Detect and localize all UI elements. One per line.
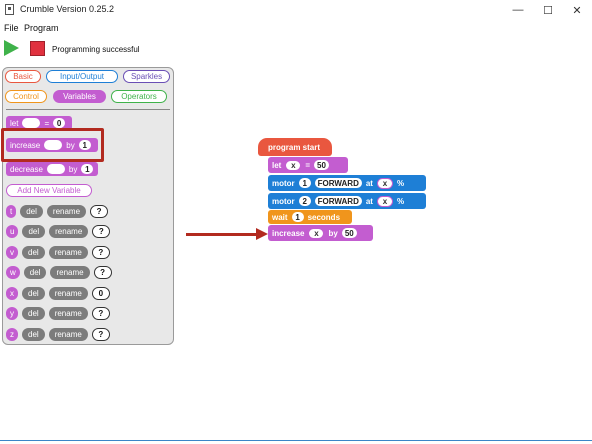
stop-icon[interactable] [30,41,45,56]
menu-program[interactable]: Program [24,23,59,33]
program-motor2-direction[interactable]: FORWARD [314,196,362,206]
variable-rename-button[interactable]: rename [48,307,88,320]
program-motor2-number[interactable]: 2 [298,196,311,206]
decrease-variable-slot[interactable] [46,164,65,174]
variable-del-button[interactable]: del [22,307,45,320]
variable-value: 0 [91,286,110,300]
program-wait-unit: seconds [307,212,341,222]
program-motor1-at: at [365,178,373,188]
variable-rename-button[interactable]: rename [46,204,87,218]
variable-value: ? [91,327,110,341]
program-let-value[interactable]: 50 [314,160,329,170]
category-basic[interactable]: Basic [5,70,41,83]
variable-name[interactable]: t [6,204,17,218]
program-wait-value[interactable]: 1 [291,212,304,222]
program-motor2-percent: % [396,196,405,206]
variable-row: x del rename 0 [6,286,170,300]
variable-del-button[interactable]: del [22,225,46,238]
decrease-value[interactable]: 1 [81,164,94,174]
variable-name[interactable]: z [6,327,18,341]
variable-name[interactable]: y [6,307,18,320]
menu-file[interactable]: File [4,23,19,33]
close-button[interactable]: ✕ [562,0,592,20]
category-sparkles[interactable]: Sparkles [123,70,170,83]
program-motor1-block[interactable]: motor 1 FORWARD at x % [268,175,426,191]
palette-divider [6,109,170,110]
category-operators[interactable]: Operators [111,90,167,103]
program-wait-label: wait [272,212,288,222]
decrease-label: decrease [10,164,43,174]
program-start-block[interactable]: program start [258,138,332,156]
program-motor1-label: motor [272,178,295,188]
category-input-output[interactable]: Input/Output [46,70,118,83]
let-equals: = [44,118,50,128]
variable-rename-button[interactable]: rename [48,286,88,300]
play-icon[interactable] [4,40,19,56]
program-increase-value[interactable]: 50 [341,228,357,238]
program-motor2-label: motor [272,196,295,206]
program-motor2-at: at [365,196,373,206]
maximize-button[interactable]: ☐ [533,0,563,20]
variable-value: ? [91,307,110,320]
variable-value: ? [91,245,110,259]
variable-rename-button[interactable]: rename [48,327,88,341]
annotation-arrow-icon [256,228,268,240]
decrease-block[interactable]: decrease by 1 [6,162,98,176]
program-let-equals: = [305,160,311,170]
program-increase-block[interactable]: increase x by 50 [268,225,373,241]
program-increase-by: by [328,228,338,238]
variable-row: t del rename ? [6,204,170,218]
variable-del-button[interactable]: del [22,286,45,300]
variable-value: ? [90,204,109,218]
let-value[interactable]: 0 [53,118,66,128]
let-label: let [10,118,19,128]
variable-del-button[interactable]: del [22,327,45,341]
variable-row: z del rename ? [6,327,170,341]
variable-name[interactable]: v [6,245,18,259]
variable-rename-button[interactable]: rename [50,266,90,279]
variable-row: u del rename ? [6,225,170,239]
variable-del-button[interactable]: del [20,204,43,218]
program-motor1-variable[interactable]: x [376,177,393,189]
category-variables[interactable]: Variables [53,90,106,103]
program-motor2-variable[interactable]: x [376,195,393,207]
variable-value: ? [93,266,112,279]
variable-del-button[interactable]: del [23,266,47,279]
program-motor1-percent: % [396,178,405,188]
program-let-label: let [272,160,282,170]
decrease-by: by [68,164,78,174]
annotation-arrow-line [186,233,260,236]
variable-list: t del rename ? u del rename ? v del rena… [6,204,170,341]
highlight-box [1,128,104,162]
variable-row: v del rename ? [6,245,170,259]
let-variable-slot[interactable] [22,118,41,128]
variable-name[interactable]: w [6,266,20,279]
variable-value: ? [92,225,111,238]
program-let-variable[interactable]: x [285,159,302,171]
program-motor2-block[interactable]: motor 2 FORWARD at x % [268,193,426,209]
status-text: Programming successful [52,45,140,54]
variable-name[interactable]: u [6,225,19,238]
menu-bar [0,20,592,36]
program-let-block[interactable]: let x = 50 [268,157,348,173]
minimize-button[interactable]: — [503,0,533,20]
app-icon [5,4,14,15]
window-title: Crumble Version 0.25.2 [20,4,115,14]
program-wait-block[interactable]: wait 1 seconds [268,210,352,224]
variable-rename-button[interactable]: rename [48,245,88,259]
add-new-variable-button[interactable]: Add New Variable [6,184,92,197]
window-bottom-border [0,440,592,441]
program-increase-label: increase [272,228,305,238]
variable-row: y del rename ? [6,307,170,321]
variable-name[interactable]: x [6,286,18,300]
program-increase-variable[interactable]: x [308,227,325,239]
variable-row: w del rename ? [6,266,170,280]
program-motor1-direction[interactable]: FORWARD [314,178,362,188]
category-control[interactable]: Control [5,90,47,103]
variable-rename-button[interactable]: rename [49,225,89,238]
variable-del-button[interactable]: del [22,245,45,259]
program-motor1-number[interactable]: 1 [298,178,311,188]
